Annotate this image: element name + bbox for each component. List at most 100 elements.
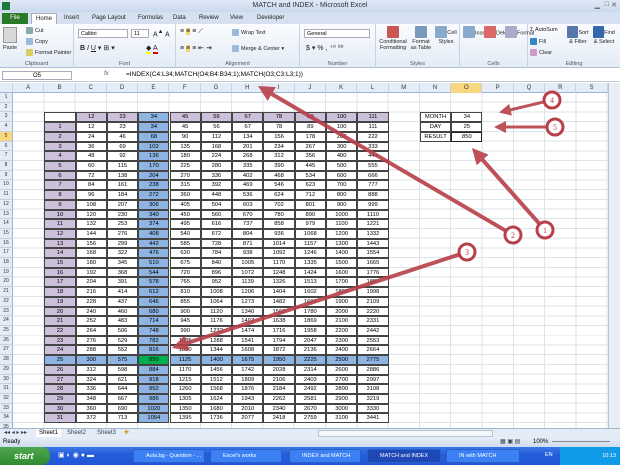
table-cell[interactable]: 161 [106, 180, 139, 191]
table-cell[interactable]: 1200 [326, 228, 358, 239]
day-label-cell[interactable]: 13 [44, 238, 76, 249]
table-cell[interactable]: 1350 [169, 403, 201, 414]
table-cell[interactable]: 1512 [200, 374, 233, 385]
day-label-cell[interactable]: 6 [44, 170, 76, 181]
month-header-cell[interactable]: 34 [138, 112, 170, 123]
vertical-scrollbar[interactable] [608, 83, 620, 428]
table-cell[interactable]: 630 [169, 248, 201, 259]
table-cell[interactable]: 2442 [357, 326, 389, 336]
month-header-cell[interactable]: 111 [357, 112, 389, 123]
taskbar-item[interactable]: INDEX and MATCH [289, 449, 361, 463]
table-cell[interactable]: 120 [75, 209, 107, 220]
table-cell[interactable]: 621 [106, 374, 139, 385]
font-size-select[interactable]: 11 [131, 29, 149, 38]
row-header[interactable]: 11 [0, 190, 13, 200]
table-cell[interactable]: 1474 [232, 326, 264, 336]
table-cell[interactable]: 1680 [200, 403, 233, 414]
view-buttons[interactable]: ▦ ▣ ▤ [500, 438, 520, 445]
table-cell[interactable]: 2100 [326, 316, 358, 327]
table-cell[interactable]: 400 [326, 151, 358, 161]
table-cell[interactable]: 2225 [294, 355, 326, 365]
day-label-cell[interactable]: 8 [44, 190, 76, 200]
table-cell[interactable]: 780 [263, 209, 295, 220]
row-header[interactable]: 5 [0, 131, 13, 142]
table-cell[interactable]: 288 [75, 345, 107, 356]
table-cell[interactable]: 1716 [263, 326, 295, 336]
table-cell[interactable]: 1794 [263, 335, 295, 346]
lookup-value-month[interactable]: 34 [451, 112, 483, 123]
table-cell[interactable]: 1326 [263, 277, 295, 288]
row-header[interactable]: 20 [0, 277, 13, 288]
day-label-cell[interactable]: 20 [44, 306, 76, 317]
month-header-cell[interactable]: 67 [232, 112, 264, 123]
month-header-cell[interactable]: 45 [169, 112, 201, 123]
table-cell[interactable]: 2600 [326, 364, 358, 375]
table-cell[interactable]: 624 [263, 190, 295, 200]
table-cell[interactable]: 544 [138, 267, 170, 278]
table-cell[interactable]: 979 [294, 219, 326, 229]
table-cell[interactable]: 782 [138, 335, 170, 346]
table-cell[interactable]: 280 [200, 160, 233, 171]
table-cell[interactable]: 680 [138, 306, 170, 317]
table-cell[interactable]: 1395 [169, 413, 201, 424]
table-cell[interactable]: 646 [138, 296, 170, 307]
table-cell[interactable]: 1407 [232, 316, 264, 327]
table-cell[interactable]: 1170 [263, 258, 295, 268]
table-cell[interactable]: 300 [326, 141, 358, 152]
column-header-J[interactable]: J [295, 83, 326, 93]
table-cell[interactable]: 999 [357, 199, 389, 210]
day-label-cell[interactable]: 22 [44, 326, 76, 336]
row-header[interactable]: 21 [0, 287, 13, 297]
column-header-D[interactable]: D [107, 83, 139, 93]
table-cell[interactable]: 36 [75, 141, 107, 152]
table-cell[interactable]: 372 [75, 413, 107, 424]
select-all-corner[interactable] [0, 83, 13, 93]
table-cell[interactable]: 348 [75, 394, 107, 404]
row-header[interactable]: 27 [0, 345, 13, 356]
month-header-cell[interactable]: 78 [263, 112, 295, 123]
day-label-cell[interactable]: 21 [44, 316, 76, 327]
tab-formulas[interactable]: Formulas [134, 13, 167, 24]
table-cell[interactable]: 2109 [357, 296, 389, 307]
table-cell[interactable]: 1998 [357, 287, 389, 297]
table-cell[interactable]: 445 [294, 160, 326, 171]
row-header[interactable]: 6 [0, 141, 13, 152]
table-cell[interactable]: 2106 [263, 374, 295, 385]
wrap-text-button[interactable]: Wrap Text [232, 29, 266, 36]
table-cell[interactable]: 3219 [357, 394, 389, 404]
table-cell[interactable]: 1246 [294, 248, 326, 259]
lookup-value-result[interactable]: 850 [451, 131, 483, 142]
table-cell[interactable]: 578 [138, 277, 170, 288]
table-cell[interactable]: 2492 [294, 384, 326, 394]
table-cell[interactable]: 1260 [169, 384, 201, 394]
table-cell[interactable]: 450 [169, 209, 201, 220]
table-cell[interactable]: 765 [169, 277, 201, 288]
table-cell[interactable]: 460 [106, 306, 139, 317]
table-cell[interactable]: 2136 [294, 345, 326, 356]
table-cell[interactable]: 2000 [326, 306, 358, 317]
table-cell[interactable]: 324 [75, 374, 107, 385]
table-cell[interactable]: 1170 [169, 364, 201, 375]
table-cell[interactable]: 712 [294, 190, 326, 200]
cut-button[interactable]: Cut [26, 27, 44, 34]
table-cell[interactable]: 312 [263, 151, 295, 161]
table-cell[interactable]: 469 [232, 180, 264, 191]
tab-page-layout[interactable]: Page Layout [88, 13, 130, 24]
table-cell[interactable]: 504 [200, 199, 233, 210]
table-cell[interactable]: 12 [75, 122, 107, 132]
table-cell[interactable]: 2900 [326, 394, 358, 404]
row-header[interactable]: 23 [0, 306, 13, 317]
table-cell[interactable]: 675 [169, 258, 201, 268]
maximize-icon[interactable]: □ [605, 1, 609, 8]
table-cell[interactable]: 414 [106, 287, 139, 297]
copy-button[interactable]: Copy [26, 38, 48, 45]
table-cell[interactable]: 720 [169, 267, 201, 278]
table-cell[interactable]: 2775 [357, 355, 389, 365]
table-cell[interactable]: 1005 [232, 258, 264, 268]
zoom-level[interactable]: 100% [533, 439, 548, 445]
column-header-A[interactable]: A [13, 83, 45, 93]
table-cell[interactable]: 1541 [232, 335, 264, 346]
table-cell[interactable]: 1742 [232, 364, 264, 375]
table-cell[interactable]: 1404 [263, 287, 295, 297]
table-cell[interactable]: 312 [75, 364, 107, 375]
